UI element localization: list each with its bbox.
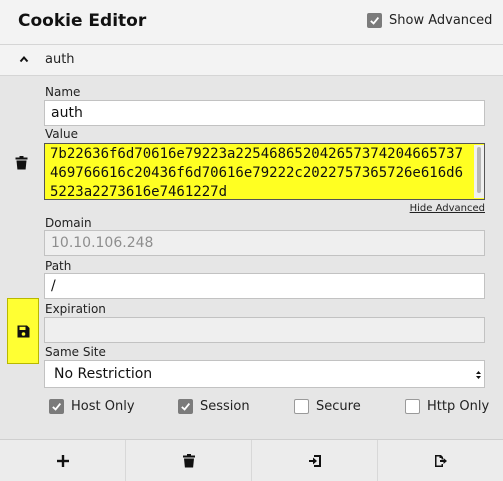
hide-advanced-link[interactable]: Hide Advanced xyxy=(410,203,485,214)
value-textarea[interactable]: 7b22636f6d70616e79223a225468652042657374… xyxy=(44,143,485,200)
app-title: Cookie Editor xyxy=(18,11,147,31)
cookie-name-header: auth xyxy=(45,52,75,67)
http-only-checkbox[interactable] xyxy=(405,399,420,414)
name-input[interactable]: auth xyxy=(44,100,485,126)
header: Cookie Editor Show Advanced xyxy=(0,0,503,45)
same-site-select[interactable]: No Restriction xyxy=(44,360,485,388)
secure-checkbox[interactable] xyxy=(294,399,309,414)
session-toggle[interactable]: Session xyxy=(178,399,250,414)
import-button[interactable] xyxy=(252,440,378,481)
add-cookie-button[interactable] xyxy=(0,440,126,481)
secure-toggle[interactable]: Secure xyxy=(294,399,361,414)
show-advanced-label: Show Advanced xyxy=(389,13,493,28)
expiration-label: Expiration xyxy=(45,302,106,316)
host-only-checkbox[interactable] xyxy=(49,399,64,414)
show-advanced-checkbox[interactable] xyxy=(367,13,382,28)
chevron-up-icon[interactable] xyxy=(19,55,29,63)
cookie-row-header[interactable]: auth xyxy=(0,45,503,76)
same-site-label: Same Site xyxy=(45,345,106,359)
domain-label: Domain xyxy=(45,216,92,230)
value-label: Value xyxy=(45,127,78,141)
trash-icon xyxy=(15,156,27,170)
host-only-label: Host Only xyxy=(71,399,135,414)
save-cookie-button[interactable] xyxy=(7,298,39,364)
session-label: Session xyxy=(200,399,250,414)
path-input[interactable]: / xyxy=(44,273,485,299)
session-checkbox[interactable] xyxy=(178,399,193,414)
show-advanced-toggle[interactable]: Show Advanced xyxy=(367,13,492,28)
host-only-toggle[interactable]: Host Only xyxy=(49,399,135,414)
name-label: Name xyxy=(45,85,81,99)
import-icon xyxy=(308,454,321,467)
footer-toolbar xyxy=(0,439,503,481)
value-scrollbar[interactable] xyxy=(474,145,484,198)
plus-icon xyxy=(56,454,69,467)
export-button[interactable] xyxy=(378,440,503,481)
delete-cookie-button[interactable] xyxy=(8,150,34,176)
scrollbar-thumb[interactable] xyxy=(477,147,481,193)
http-only-toggle[interactable]: Http Only xyxy=(405,399,489,414)
floppy-disk-icon xyxy=(17,325,29,337)
path-label: Path xyxy=(45,259,72,273)
expiration-input[interactable] xyxy=(44,317,485,343)
export-icon xyxy=(434,454,447,467)
trash-icon xyxy=(182,453,195,467)
domain-input[interactable]: 10.10.106.248 xyxy=(44,230,485,256)
http-only-label: Http Only xyxy=(427,399,490,414)
same-site-value: No Restriction xyxy=(54,366,153,382)
secure-label: Secure xyxy=(316,399,361,414)
delete-all-button[interactable] xyxy=(126,440,252,481)
select-arrows-icon xyxy=(476,371,481,379)
